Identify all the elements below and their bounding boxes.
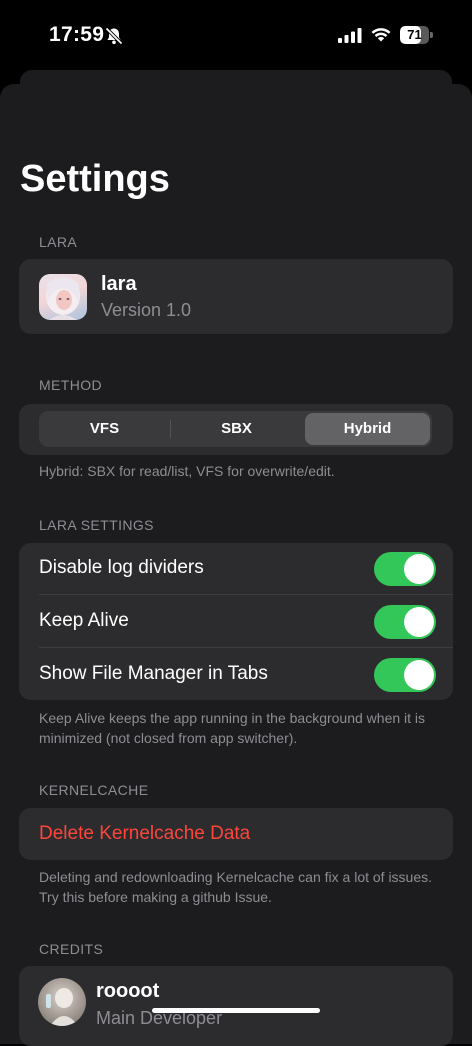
toggle-label: Show File Manager in Tabs	[39, 663, 268, 684]
battery-percentage: 71	[407, 27, 422, 42]
toggle-knob	[404, 554, 434, 584]
app-name: lara	[101, 273, 137, 295]
battery-icon: 71	[400, 26, 434, 44]
home-indicator[interactable]	[152, 1008, 320, 1013]
kernelcache-footer: Deleting and redownloading Kernelcache c…	[39, 869, 433, 905]
method-footer: Hybrid: SBX for read/list, VFS for overw…	[39, 463, 335, 479]
lara-settings-footer: Keep Alive keeps the app running in the …	[39, 710, 426, 746]
toggle-label: Keep Alive	[39, 610, 129, 631]
kernelcache-card: Delete Kernelcache Data	[19, 808, 453, 860]
status-bar: 17:59 71	[0, 0, 472, 70]
method-segmented-control[interactable]: VFS SBX Hybrid	[39, 411, 432, 447]
toggle-label: Disable log dividers	[39, 557, 204, 578]
app-icon-artwork	[46, 277, 80, 320]
section-header-lara-settings: LARA SETTINGS	[39, 517, 154, 533]
credit-row[interactable]: roooot Main Developer	[19, 966, 453, 1046]
avatar	[38, 978, 86, 1026]
battery-tip	[430, 32, 433, 38]
page-title: Settings	[20, 158, 170, 200]
toggle-knob	[404, 607, 434, 637]
avatar-artwork	[46, 988, 78, 1026]
app-icon	[39, 274, 87, 320]
toggle-row-show-file-manager: Show File Manager in Tabs	[19, 649, 453, 700]
toggle-knob	[404, 660, 434, 690]
section-header-method: METHOD	[39, 377, 103, 393]
toggle-row-keep-alive: Keep Alive	[19, 596, 453, 648]
keep-alive-toggle[interactable]	[374, 605, 436, 639]
segment-sbx[interactable]: SBX	[171, 411, 302, 447]
row-separator	[39, 594, 453, 595]
show-file-manager-toggle[interactable]	[374, 658, 436, 692]
segment-vfs[interactable]: VFS	[39, 411, 170, 447]
wifi-icon	[371, 28, 391, 42]
toggle-row-disable-log-dividers: Disable log dividers	[19, 543, 453, 595]
signal-icon	[338, 28, 362, 43]
section-header-kernelcache: KERNELCACHE	[39, 782, 149, 798]
lara-settings-card: Disable log dividers Keep Alive Show Fil…	[19, 543, 453, 700]
section-header-lara: LARA	[39, 234, 78, 250]
app-info-card: lara Version 1.0	[19, 259, 453, 334]
status-time: 17:59	[49, 23, 105, 46]
credit-name: roooot	[96, 980, 160, 1002]
segment-hybrid[interactable]: Hybrid	[305, 413, 430, 445]
app-version: Version 1.0	[101, 300, 192, 320]
delete-kernelcache-button[interactable]: Delete Kernelcache Data	[39, 823, 250, 845]
section-header-credits: CREDITS	[39, 941, 104, 957]
battery-body: 71	[400, 26, 429, 44]
disable-log-dividers-toggle[interactable]	[374, 552, 436, 586]
method-card: VFS SBX Hybrid	[19, 404, 453, 455]
bell-slash-icon	[105, 27, 123, 45]
row-separator	[39, 647, 453, 648]
